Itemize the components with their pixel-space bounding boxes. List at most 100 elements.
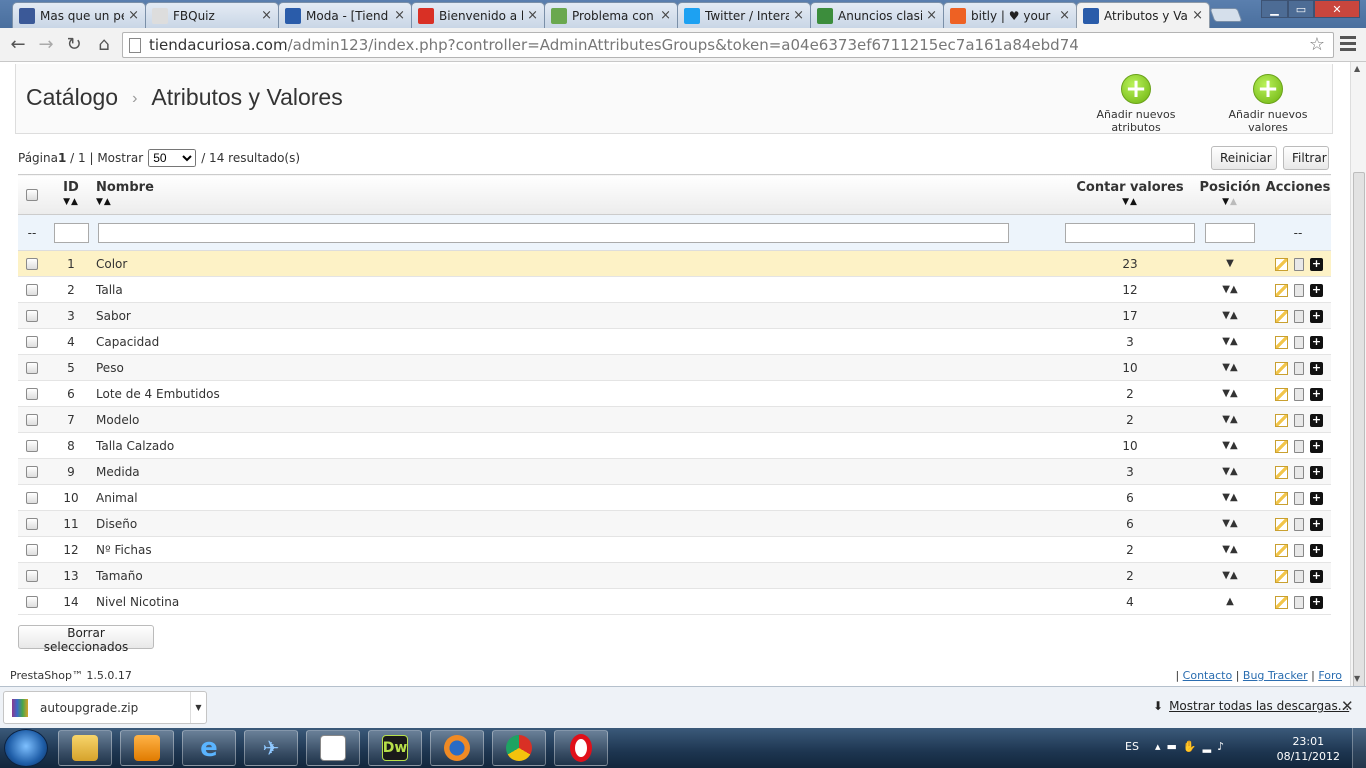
table-row[interactable]: 14 Nivel Nicotina 4 ▲ + <box>18 588 1331 615</box>
details-plus-icon[interactable]: + <box>1310 465 1323 479</box>
show-desktop-button[interactable] <box>1352 728 1366 768</box>
row-checkbox[interactable] <box>26 466 38 478</box>
browser-tab[interactable]: Bienvenido a l × <box>411 2 545 28</box>
sort-count-icon[interactable]: ▼▲ <box>1065 197 1195 207</box>
sort-position-icon[interactable]: ▼▲ <box>1195 197 1265 207</box>
delete-icon[interactable] <box>1294 595 1304 609</box>
position-arrows-icon[interactable]: ▼▲ <box>1195 380 1265 407</box>
close-tab-icon[interactable]: × <box>261 8 272 23</box>
row-checkbox[interactable] <box>26 414 38 426</box>
close-tab-icon[interactable]: × <box>394 8 405 23</box>
row-checkbox[interactable] <box>26 518 38 530</box>
delete-icon[interactable] <box>1294 309 1304 323</box>
close-tab-icon[interactable]: × <box>793 8 804 23</box>
table-row[interactable]: 13 Tamaño 2 ▼▲ + <box>18 562 1331 589</box>
close-tab-icon[interactable]: × <box>527 8 538 23</box>
delete-icon[interactable] <box>1294 569 1304 583</box>
position-arrows-icon[interactable]: ▼▲ <box>1195 354 1265 381</box>
forward-icon[interactable]: → <box>34 33 58 57</box>
maximize-button[interactable]: ▭ <box>1288 0 1314 18</box>
edit-icon[interactable] <box>1275 465 1288 479</box>
delete-icon[interactable] <box>1294 387 1304 401</box>
close-icon[interactable]: ✕ <box>1341 697 1354 715</box>
back-icon[interactable]: ← <box>6 33 30 57</box>
show-all-downloads-link[interactable]: ⬇ Mostrar todas las descargas... <box>1153 699 1349 713</box>
delete-icon[interactable] <box>1294 257 1304 271</box>
position-arrows-icon[interactable]: ▼▲ <box>1195 432 1265 459</box>
position-arrows-icon[interactable]: ▼▲ <box>1195 406 1265 433</box>
forum-link[interactable]: Foro <box>1318 669 1342 682</box>
home-icon[interactable]: ⌂ <box>92 33 116 57</box>
details-plus-icon[interactable]: + <box>1310 491 1323 505</box>
reset-button[interactable]: Reiniciar <box>1211 146 1277 170</box>
close-tab-icon[interactable]: × <box>660 8 671 23</box>
edit-icon[interactable] <box>1275 309 1288 323</box>
language-indicator[interactable]: ES <box>1125 740 1139 753</box>
close-tab-icon[interactable]: × <box>1059 8 1070 23</box>
details-plus-icon[interactable]: + <box>1310 413 1323 427</box>
count-filter-input[interactable] <box>1065 222 1195 243</box>
sort-name-icon[interactable]: ▼▲ <box>96 197 1065 207</box>
delete-icon[interactable] <box>1294 361 1304 375</box>
table-row[interactable]: 7 Modelo 2 ▼▲ + <box>18 406 1331 433</box>
row-checkbox[interactable] <box>26 336 38 348</box>
chrome-icon[interactable] <box>492 730 546 766</box>
close-tab-icon[interactable]: × <box>128 8 139 23</box>
table-row[interactable]: 4 Capacidad 3 ▼▲ + <box>18 328 1331 355</box>
row-checkbox[interactable] <box>26 284 38 296</box>
table-row[interactable]: 12 Nº Fichas 2 ▼▲ + <box>18 536 1331 563</box>
dreamweaver-icon[interactable]: Dw <box>368 730 422 766</box>
table-row[interactable]: 11 Diseño 6 ▼▲ + <box>18 510 1331 537</box>
edit-icon[interactable] <box>1275 283 1288 297</box>
position-arrows-icon[interactable]: ▼▲ <box>1195 328 1265 355</box>
browser-tab[interactable]: bitly | ♥ your b × <box>943 2 1077 28</box>
minimize-button[interactable]: ▁ <box>1261 0 1288 18</box>
browser-tab[interactable]: FBQuiz × <box>145 2 279 28</box>
browser-tab[interactable]: Anuncios clasi × <box>810 2 944 28</box>
sort-id-icon[interactable]: ▼▲ <box>46 197 96 207</box>
edit-icon[interactable] <box>1275 543 1288 557</box>
browser-tab[interactable]: Twitter / Intera × <box>677 2 811 28</box>
browser-tab[interactable]: Problema con × <box>544 2 678 28</box>
delete-icon[interactable] <box>1294 465 1304 479</box>
delete-icon[interactable] <box>1294 517 1304 531</box>
row-checkbox[interactable] <box>26 544 38 556</box>
notepad-icon[interactable] <box>306 730 360 766</box>
bird-app-icon[interactable]: ✈ <box>244 730 298 766</box>
edit-icon[interactable] <box>1275 569 1288 583</box>
start-button[interactable] <box>4 729 48 767</box>
id-filter-input[interactable] <box>53 222 89 243</box>
edit-icon[interactable] <box>1275 413 1288 427</box>
table-row[interactable]: 2 Talla 12 ▼▲ + <box>18 276 1331 303</box>
download-item[interactable]: autoupgrade.zip ▼ <box>3 691 207 724</box>
close-window-button[interactable]: ✕ <box>1314 0 1360 18</box>
close-tab-icon[interactable]: × <box>926 8 937 23</box>
edit-icon[interactable] <box>1275 439 1288 453</box>
system-clock[interactable]: 23:01 08/11/2012 <box>1277 734 1340 764</box>
position-arrows-icon[interactable]: ▼▲ <box>1195 276 1265 303</box>
table-row[interactable]: 6 Lote de 4 Embutidos 2 ▼▲ + <box>18 380 1331 407</box>
details-plus-icon[interactable]: + <box>1310 335 1323 349</box>
delete-icon[interactable] <box>1294 543 1304 557</box>
edit-icon[interactable] <box>1275 387 1288 401</box>
table-row[interactable]: 3 Sabor 17 ▼▲ + <box>18 302 1331 329</box>
row-checkbox[interactable] <box>26 258 38 270</box>
bug-tracker-link[interactable]: Bug Tracker <box>1243 669 1308 682</box>
browser-tab[interactable]: Mas que un pe × <box>12 2 146 28</box>
row-checkbox[interactable] <box>26 362 38 374</box>
per-page-select[interactable]: 50 <box>148 149 197 167</box>
delete-icon[interactable] <box>1294 413 1304 427</box>
row-checkbox[interactable] <box>26 596 38 608</box>
reload-icon[interactable]: ↻ <box>62 33 86 57</box>
details-plus-icon[interactable]: + <box>1310 283 1323 297</box>
position-arrows-icon[interactable]: ▼▲ <box>1195 536 1265 563</box>
details-plus-icon[interactable]: + <box>1310 595 1323 609</box>
address-bar[interactable]: tiendacuriosa.com/admin123/index.php?con… <box>122 32 1334 58</box>
details-plus-icon[interactable]: + <box>1310 543 1323 557</box>
edit-icon[interactable] <box>1275 517 1288 531</box>
edit-icon[interactable] <box>1275 595 1288 609</box>
details-plus-icon[interactable]: + <box>1310 517 1323 531</box>
add-value-button[interactable]: + Añadir nuevos valores <box>1208 74 1328 134</box>
explorer-icon[interactable] <box>58 730 112 766</box>
table-row[interactable]: 10 Animal 6 ▼▲ + <box>18 484 1331 511</box>
